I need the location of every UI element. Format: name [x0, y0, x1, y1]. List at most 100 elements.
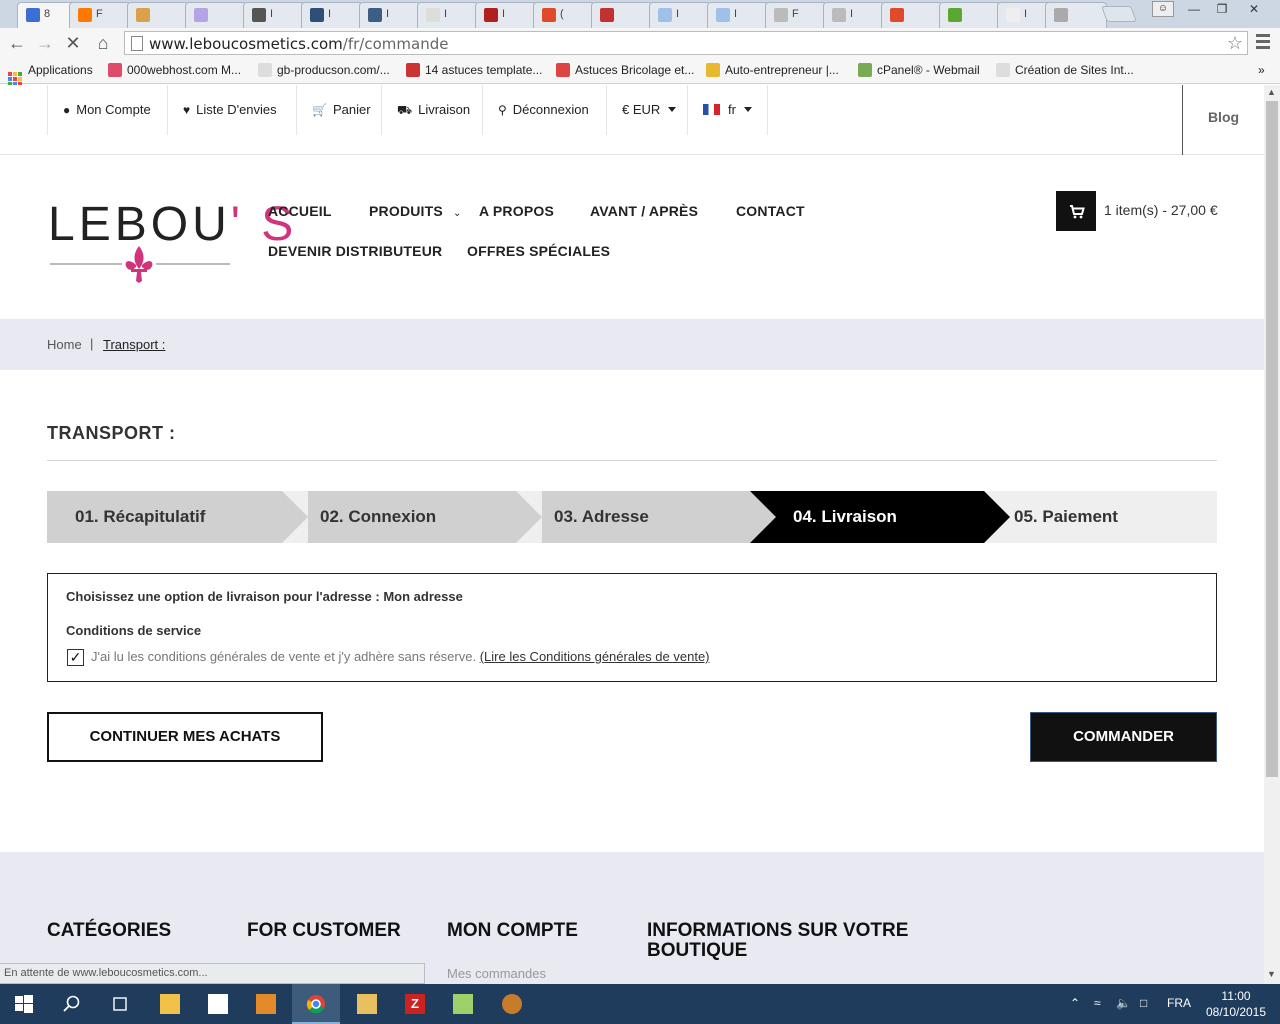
- browser-tab[interactable]: I: [417, 2, 479, 28]
- taskbar-file-explorer[interactable]: [146, 984, 194, 1024]
- nav-a-propos[interactable]: A PROPOS: [479, 203, 554, 219]
- language-dropdown[interactable]: fr: [687, 85, 768, 135]
- nav-accueil[interactable]: ACCUEIL: [268, 203, 332, 219]
- notepad-icon: [453, 994, 473, 1014]
- taskbar-media[interactable]: [242, 984, 290, 1024]
- browser-tab[interactable]: I: [243, 2, 305, 28]
- notifications-icon[interactable]: □: [1140, 996, 1147, 1010]
- bookmark-item[interactable]: 000webhost.com M...: [108, 63, 241, 77]
- minimize-icon[interactable]: —: [1180, 0, 1208, 18]
- browser-tab[interactable]: [881, 2, 943, 28]
- heart-icon: ♥: [183, 103, 191, 117]
- tab-favicon-icon: [948, 8, 962, 22]
- task-view-icon: [113, 997, 127, 1011]
- bookmark-item[interactable]: gb-producson.com/...: [258, 63, 390, 77]
- browser-tab[interactable]: I: [475, 2, 537, 28]
- taskbar-notepad[interactable]: [439, 984, 487, 1024]
- cart-summary[interactable]: 1 item(s) - 27,00 €: [1104, 202, 1218, 218]
- step-label: 02. Connexion: [320, 507, 437, 526]
- nav-devenir-distributeur[interactable]: DEVENIR DISTRIBUTEUR: [268, 243, 442, 259]
- logout-link[interactable]: ⚲ Déconnexion: [482, 85, 604, 135]
- cart-link[interactable]: 🛒 Panier: [296, 85, 386, 135]
- browser-tab[interactable]: I: [707, 2, 769, 28]
- taskbar-chrome[interactable]: [292, 984, 340, 1024]
- nav-offres-speciales[interactable]: OFFRES SPÉCIALES: [467, 243, 610, 259]
- browser-tab[interactable]: F: [765, 2, 827, 28]
- task-view-button[interactable]: [96, 984, 144, 1024]
- scroll-up-icon[interactable]: ▲: [1267, 87, 1276, 97]
- address-bar[interactable]: www.leboucosmetics.com/fr/commande ☆: [124, 31, 1248, 55]
- footer-link-mes-commandes[interactable]: Mes commandes: [447, 966, 546, 981]
- windows-taskbar: Z ⌃ ≈ 🔈 □ FRA 11:00 08/10/2015: [0, 984, 1280, 1024]
- breadcrumb-home[interactable]: Home: [47, 337, 82, 352]
- clock[interactable]: 11:00 08/10/2015: [1204, 988, 1268, 1020]
- home-icon[interactable]: ⌂: [92, 33, 114, 53]
- browser-tab[interactable]: [185, 2, 247, 28]
- browser-tab[interactable]: (: [533, 2, 595, 28]
- browser-tab[interactable]: [1045, 2, 1107, 28]
- browser-tab[interactable]: [939, 2, 1001, 28]
- bookmark-item[interactable]: Auto-entrepreneur |...: [706, 63, 839, 77]
- my-account-label: Mon Compte: [76, 102, 151, 117]
- nav-contact[interactable]: CONTACT: [736, 203, 805, 219]
- site-logo[interactable]: LEBOU' S: [48, 197, 293, 287]
- bookmark-applications[interactable]: Applications: [8, 63, 93, 86]
- more-bookmarks-icon[interactable]: »: [1258, 63, 1265, 77]
- browser-tab[interactable]: I: [359, 2, 421, 28]
- browser-tab[interactable]: I: [301, 2, 363, 28]
- tos-link[interactable]: (Lire les Conditions générales de vente): [480, 649, 710, 664]
- scrollbar-thumb[interactable]: [1266, 101, 1278, 777]
- new-tab-button[interactable]: [1101, 6, 1137, 22]
- search-button[interactable]: [48, 984, 96, 1024]
- nav-avant-apres[interactable]: AVANT / APRÈS: [590, 203, 698, 219]
- bookmark-item[interactable]: Astuces Bricolage et...: [556, 63, 694, 77]
- maximize-icon[interactable]: ❐: [1208, 0, 1236, 18]
- start-button[interactable]: [0, 984, 48, 1024]
- close-window-icon[interactable]: ✕: [1240, 0, 1268, 18]
- browser-tab[interactable]: [127, 2, 189, 28]
- tab-label: F: [792, 8, 799, 20]
- clock-date: 08/10/2015: [1205, 1005, 1267, 1019]
- step-label: 01. Récapitulatif: [75, 507, 206, 526]
- clock-time: 11:00: [1221, 989, 1251, 1003]
- taskbar-gimp[interactable]: [488, 984, 536, 1024]
- taskbar-store[interactable]: [194, 984, 242, 1024]
- back-icon[interactable]: ←: [6, 33, 28, 53]
- step-adresse[interactable]: 03. Adresse: [542, 491, 750, 543]
- currency-dropdown[interactable]: € EUR: [606, 85, 691, 135]
- browser-tab[interactable]: I: [649, 2, 711, 28]
- tos-checkbox[interactable]: ✓: [67, 649, 84, 666]
- volume-icon[interactable]: 🔈: [1116, 996, 1131, 1010]
- bookmark-item[interactable]: Création de Sites Int...: [996, 63, 1134, 77]
- forward-icon[interactable]: →: [34, 33, 56, 53]
- browser-tab[interactable]: F: [69, 2, 131, 28]
- user-profile-icon[interactable]: ☺: [1152, 1, 1174, 17]
- wishlist-link[interactable]: ♥ Liste D'envies: [167, 85, 292, 135]
- bookmark-item[interactable]: cPanel® - Webmail: [858, 63, 980, 77]
- bookmark-star-icon[interactable]: ☆: [1227, 33, 1243, 54]
- bookmark-item[interactable]: 14 astuces template...: [406, 63, 542, 77]
- blog-link[interactable]: Blog: [1182, 85, 1264, 155]
- breadcrumb-current[interactable]: Transport :: [103, 337, 165, 352]
- stop-loading-icon[interactable]: ✕: [62, 33, 84, 53]
- scroll-down-icon[interactable]: ▼: [1267, 969, 1276, 979]
- page-scrollbar[interactable]: ▲ ▼: [1264, 85, 1280, 984]
- step-recapitulatif[interactable]: 01. Récapitulatif: [47, 491, 282, 543]
- order-button[interactable]: COMMANDER: [1030, 712, 1217, 762]
- continue-shopping-button[interactable]: CONTINUER MES ACHATS: [47, 712, 323, 762]
- gimp-icon: [502, 994, 522, 1014]
- taskbar-filezilla[interactable]: Z: [391, 984, 439, 1024]
- footer-heading-informations: INFORMATIONS SUR VOTRE BOUTIQUE: [647, 920, 909, 961]
- chrome-menu-icon[interactable]: [1256, 34, 1270, 52]
- step-connexion[interactable]: 02. Connexion: [308, 491, 516, 543]
- browser-tab[interactable]: I: [823, 2, 885, 28]
- my-account-link[interactable]: ● Mon Compte: [47, 85, 166, 135]
- language-indicator[interactable]: FRA: [1167, 996, 1191, 1010]
- show-hidden-icons-icon[interactable]: ⌃: [1070, 996, 1080, 1010]
- nav-produits[interactable]: PRODUITS ⌄: [369, 203, 462, 219]
- cart-button[interactable]: [1056, 191, 1096, 231]
- browser-tab[interactable]: [591, 2, 653, 28]
- wifi-icon[interactable]: ≈: [1094, 996, 1101, 1010]
- taskbar-mail[interactable]: [343, 984, 391, 1024]
- delivery-link[interactable]: ⛟ Livraison: [381, 85, 485, 135]
